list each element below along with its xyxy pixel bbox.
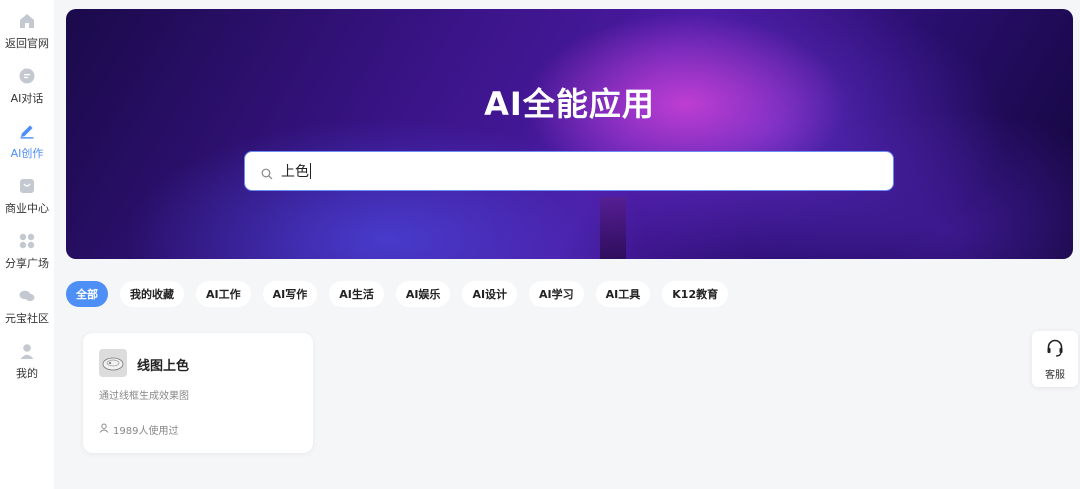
sidebar-item-home[interactable]: 返回官网 (0, 11, 54, 51)
sidebar-item-label: 元宝社区 (5, 312, 49, 325)
store-icon (17, 176, 37, 196)
usage-text: 1989人使用过 (113, 426, 179, 437)
sidebar-item-ai-chat[interactable]: AI对话 (0, 66, 54, 106)
sidebar-item-label: 商业中心 (5, 202, 49, 215)
sidebar-item-community[interactable]: 元宝社区 (0, 286, 54, 326)
category-tabs: 全部 我的收藏 AI工作 AI写作 AI生活 AI娱乐 AI设计 AI学习 AI… (66, 281, 729, 307)
app-description: 通过线框生成效果图 (99, 391, 189, 402)
service-label: 客服 (1045, 369, 1065, 381)
sidebar-item-mine[interactable]: 我的 (0, 341, 54, 381)
sidebar-item-label: 我的 (16, 367, 38, 380)
page-title: AI全能应用 (484, 85, 655, 123)
app-card[interactable]: 线图上色 通过线框生成效果图 1989人使用过 (83, 333, 313, 453)
app-thumbnail (99, 349, 127, 377)
sidebar-item-ai-create[interactable]: AI创作 (0, 121, 54, 161)
search-value: 上色 (281, 164, 309, 180)
sidebar-item-label: AI创作 (10, 147, 44, 160)
tab-ai-work[interactable]: AI工作 (196, 281, 251, 307)
tab-ai-learning[interactable]: AI学习 (529, 281, 584, 307)
customer-service-button[interactable]: 客服 (1032, 331, 1078, 387)
sidebar: 返回官网 AI对话 AI创作 商业中心 分享广场 元宝社区 我的 (0, 0, 54, 489)
tab-ai-tools[interactable]: AI工具 (595, 281, 651, 307)
sidebar-item-label: AI对话 (10, 92, 44, 105)
tab-ai-entertainment[interactable]: AI娱乐 (395, 281, 451, 307)
chat-icon (17, 66, 37, 86)
tab-ai-writing[interactable]: AI写作 (262, 281, 318, 307)
tab-favorites[interactable]: 我的收藏 (120, 281, 184, 307)
hero-background-graphic (600, 197, 626, 259)
grid-icon (17, 231, 37, 251)
pencil-icon (17, 121, 37, 141)
user-icon (99, 423, 109, 436)
app-title: 线图上色 (137, 359, 190, 374)
tab-ai-life[interactable]: AI生活 (329, 281, 384, 307)
sidebar-item-label: 分享广场 (5, 257, 49, 270)
hero-banner: AI全能应用 上色 (66, 9, 1073, 259)
text-caret (310, 163, 311, 179)
tab-all[interactable]: 全部 (66, 281, 108, 307)
headset-icon (1045, 338, 1065, 362)
sidebar-item-label: 返回官网 (5, 37, 49, 50)
community-icon (17, 286, 37, 306)
usage-count: 1989人使用过 (99, 422, 178, 437)
sidebar-item-share-square[interactable]: 分享广场 (0, 231, 54, 271)
search-icon (261, 165, 273, 180)
sidebar-item-business[interactable]: 商业中心 (0, 176, 54, 216)
home-icon (17, 11, 37, 31)
tab-k12-education[interactable]: K12教育 (662, 281, 729, 307)
tab-ai-design[interactable]: AI设计 (462, 281, 518, 307)
search-input[interactable]: 上色 (244, 151, 894, 191)
user-icon (17, 341, 37, 361)
